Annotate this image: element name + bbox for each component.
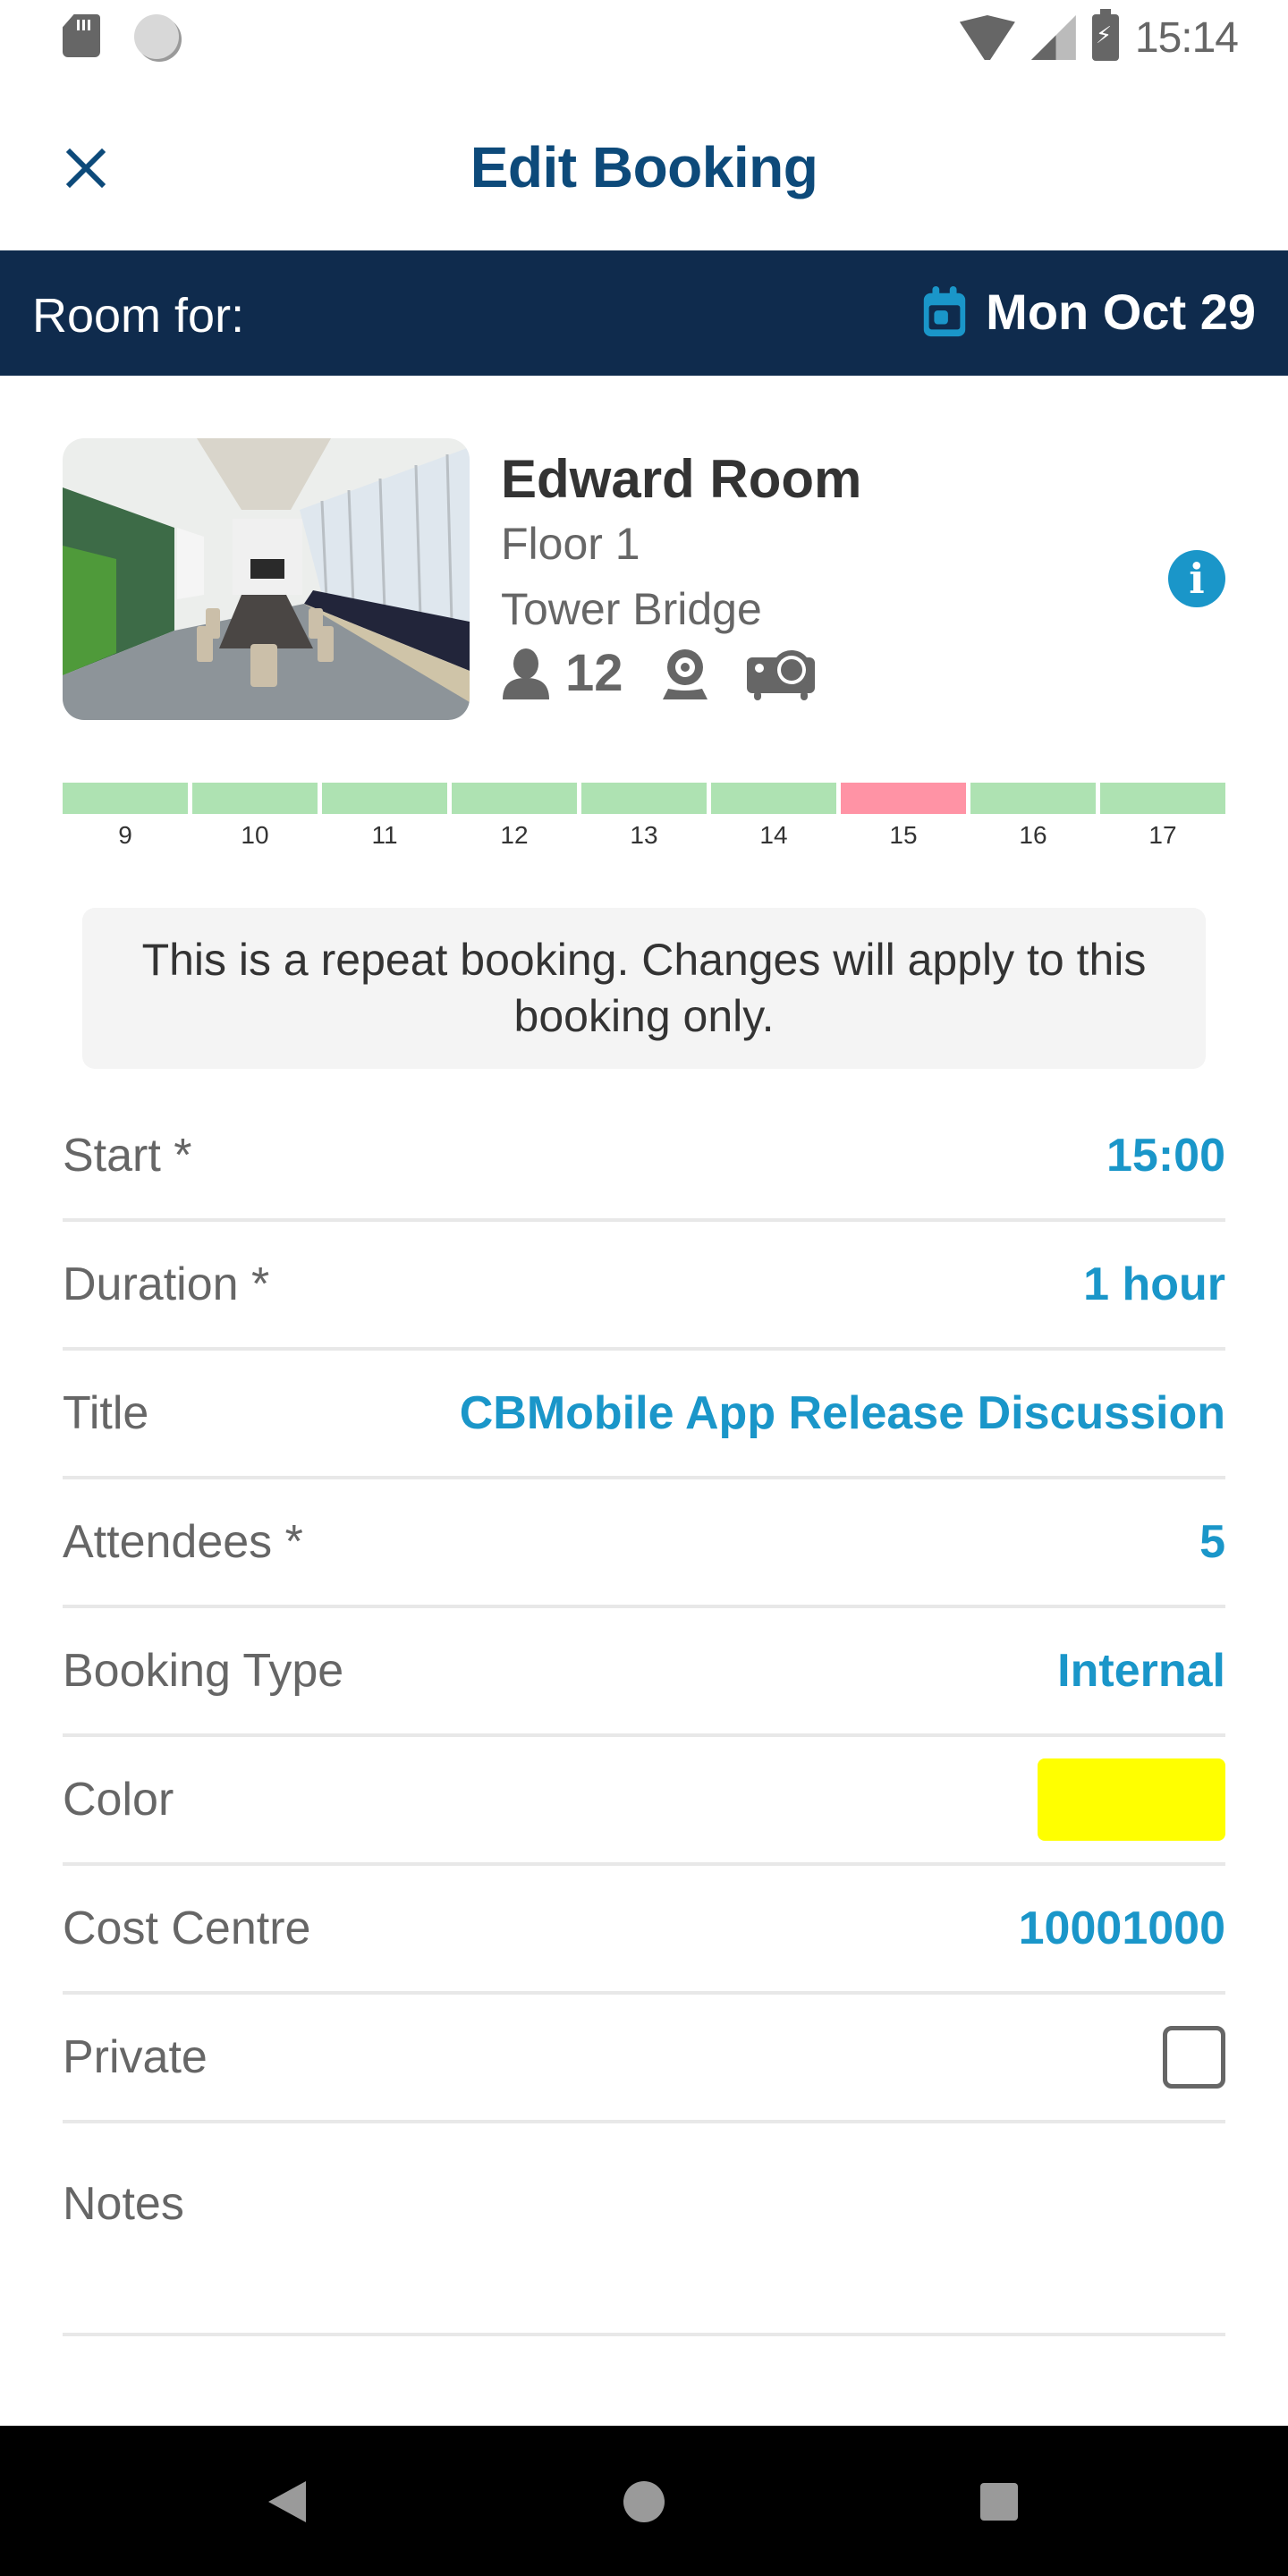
status-bar: 15:14	[0, 0, 1288, 75]
attendees-label: Attendees *	[63, 1516, 303, 1568]
system-nav-bar	[0, 2426, 1288, 2576]
attendees-row[interactable]: Attendees * 5	[63, 1479, 1225, 1608]
person-icon	[503, 648, 549, 699]
notes-row[interactable]: Notes	[63, 2123, 1225, 2336]
title-label: Title	[63, 1387, 149, 1439]
attendees-value[interactable]: 5	[1199, 1515, 1225, 1569]
booking-date: Mon Oct 29	[986, 284, 1256, 340]
notes-label: Notes	[63, 2178, 184, 2230]
timeline-slot-9-free[interactable]	[63, 783, 188, 814]
sd-card-icon	[63, 14, 100, 57]
status-indicators: 15:14	[959, 9, 1239, 66]
room-name: Edward Room	[501, 449, 862, 509]
room-photo[interactable]	[63, 438, 470, 720]
back-icon[interactable]	[268, 2481, 306, 2522]
duration-row[interactable]: Duration * 1 hour	[63, 1222, 1225, 1351]
title-row[interactable]: Title CBMobile App Release Discussion	[63, 1351, 1225, 1479]
cost-centre-row[interactable]: Cost Centre 10001000	[63, 1866, 1225, 1995]
timeline-hour-label: 10	[241, 821, 269, 849]
title-value[interactable]: CBMobile App Release Discussion	[460, 1386, 1225, 1440]
projector-icon	[746, 649, 815, 700]
private-row[interactable]: Private	[63, 1995, 1225, 2123]
timeline-hour-label: 11	[371, 821, 398, 849]
timeline-hour-label: 12	[500, 821, 529, 849]
info-icon: i	[1189, 555, 1205, 603]
room-building: Tower Bridge	[501, 583, 762, 634]
cell-signal-icon	[1030, 15, 1076, 60]
timeline-slot-17-free[interactable]	[1100, 783, 1225, 814]
cost-centre-value[interactable]: 10001000	[1019, 1902, 1225, 1955]
room-capacity: 12	[565, 644, 623, 702]
timeline-hour-label: 14	[759, 821, 788, 849]
timeline-hour-label: 13	[630, 821, 658, 849]
repeat-booking-notice: This is a repeat booking. Changes will a…	[82, 908, 1206, 1069]
recents-icon[interactable]	[980, 2483, 1018, 2521]
timeline-slot-11-free[interactable]	[322, 783, 447, 814]
timeline-slot-10-free[interactable]	[192, 783, 318, 814]
duration-label: Duration *	[63, 1258, 270, 1310]
booking-form: Start * 15:00 Duration * 1 hour Title CB…	[63, 1093, 1225, 2336]
start-label: Start *	[63, 1130, 192, 1182]
room-for-label: Room for:	[32, 289, 245, 343]
calendar-icon	[923, 285, 966, 336]
cost-centre-label: Cost Centre	[63, 1902, 311, 1954]
booking-type-label: Booking Type	[63, 1645, 344, 1697]
timeline-slot-16-free[interactable]	[970, 783, 1096, 814]
wifi-icon	[959, 15, 1015, 60]
duration-value[interactable]: 1 hour	[1083, 1258, 1225, 1311]
sync-icon	[134, 14, 179, 59]
private-checkbox[interactable]	[1163, 2026, 1225, 2089]
room-for-bar: Room for: Mon Oct 29	[0, 250, 1288, 376]
private-label: Private	[63, 2031, 208, 2083]
availability-timeline: 9 10 11 12 13 14 15 16 17	[63, 783, 1225, 850]
room-amenities: 12	[501, 643, 861, 703]
timeline-hour-label: 15	[889, 821, 918, 849]
booking-type-value[interactable]: Internal	[1057, 1644, 1225, 1698]
start-value[interactable]: 15:00	[1106, 1129, 1225, 1182]
color-row[interactable]: Color	[63, 1737, 1225, 1866]
room-details: Edward Room Floor 1 Tower Bridge 12	[501, 447, 861, 703]
timeline-slot-12-free[interactable]	[452, 783, 577, 814]
room-floor: Floor 1	[501, 519, 640, 569]
timeline-hour-label: 9	[118, 821, 132, 849]
page-title: Edit Booking	[470, 135, 818, 199]
color-label: Color	[63, 1774, 174, 1826]
timeline-hour-label: 16	[1019, 821, 1047, 849]
timeline-bars	[63, 783, 1225, 814]
date-selector[interactable]: Mon Oct 29	[921, 283, 1256, 341]
status-time: 15:14	[1134, 13, 1239, 62]
timeline-slot-15-booked[interactable]	[841, 783, 966, 814]
battery-charging-icon	[1091, 9, 1119, 61]
notice-text: This is a repeat booking. Changes will a…	[141, 934, 1147, 1042]
timeline-slot-13-free[interactable]	[581, 783, 707, 814]
room-info-button[interactable]: i	[1168, 550, 1225, 607]
room-card: Edward Room Floor 1 Tower Bridge 12 i	[63, 438, 1225, 720]
room-photo-illustration	[63, 438, 470, 720]
home-icon[interactable]	[623, 2481, 665, 2522]
timeline-slot-14-free[interactable]	[711, 783, 836, 814]
color-swatch[interactable]	[1038, 1758, 1225, 1841]
booking-type-row[interactable]: Booking Type Internal	[63, 1608, 1225, 1737]
start-row[interactable]: Start * 15:00	[63, 1093, 1225, 1222]
timeline-hour-labels: 9 10 11 12 13 14 15 16 17	[63, 821, 1225, 850]
app-bar: Edit Booking	[0, 98, 1288, 250]
webcam-icon	[662, 648, 708, 699]
timeline-hour-label: 17	[1148, 821, 1177, 849]
